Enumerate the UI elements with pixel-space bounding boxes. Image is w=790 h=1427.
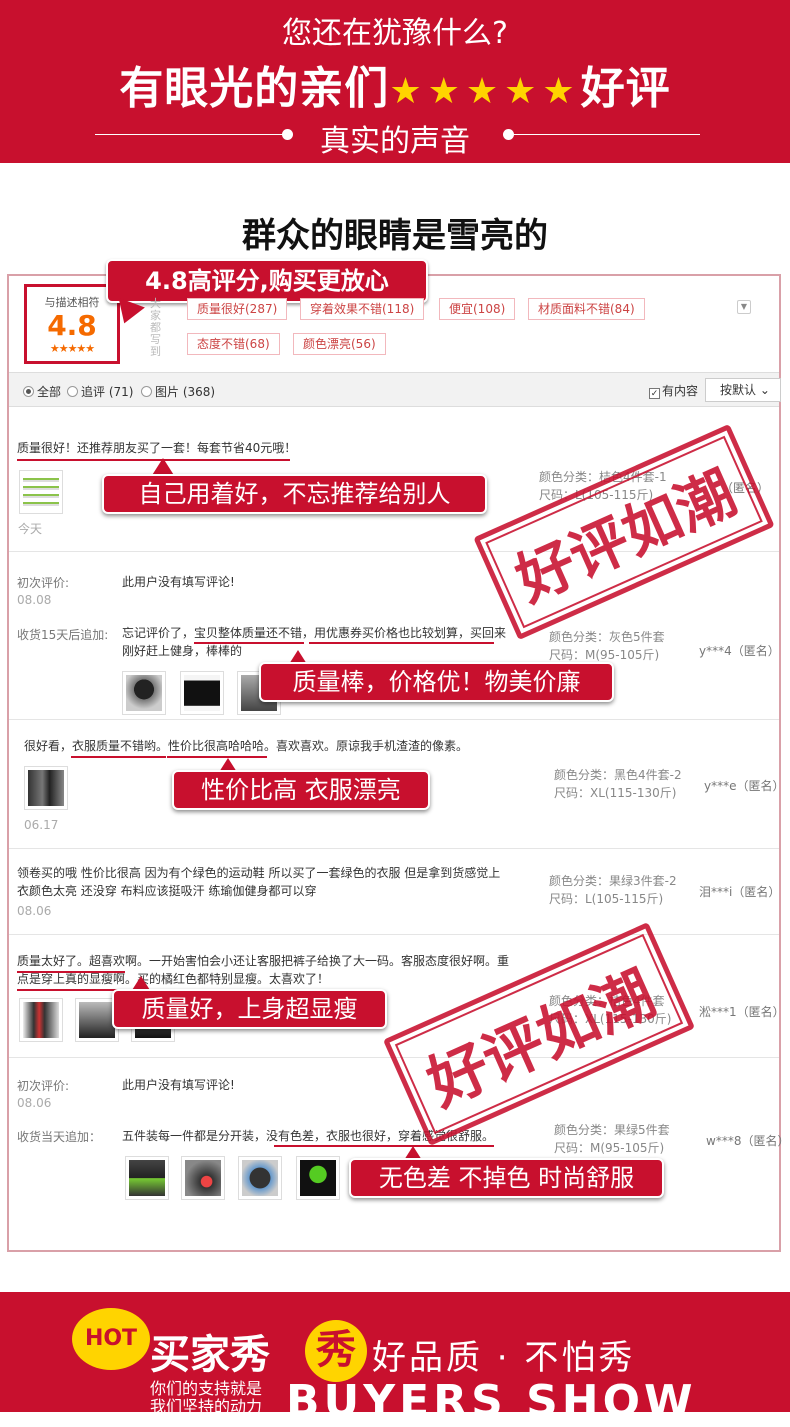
review-2-append-line1: 忘记评价了，宝贝整体质量还不错，用优惠券买价格也比较划算，买回来 [122, 626, 507, 640]
tag-attitude[interactable]: 态度不错(68) [187, 333, 280, 355]
review-3-photo[interactable] [24, 766, 68, 810]
review-2-underline-a [194, 642, 304, 644]
review-1-date: 今天 [18, 522, 43, 536]
review-6-photo-1[interactable] [125, 1156, 169, 1200]
tags-side-label: 大家都写到 [150, 297, 161, 358]
header-headline-right: 好评 [580, 63, 671, 114]
review-6-photo-4[interactable] [296, 1156, 340, 1200]
tag-cheap[interactable]: 便宜(108) [439, 298, 516, 320]
review-3-callout: 性价比高 衣服漂亮 [172, 770, 430, 810]
review-2-color: 颜色分类：灰色5件套 [549, 630, 665, 644]
review-panel: 与描述相符 4.8 ★★★★★ 4.8高评分,购买更放心 大家都写到 质量很好(… [7, 259, 789, 1252]
rating-label: 与描述相符 [44, 296, 100, 309]
rating-value: 4.8 [47, 309, 97, 342]
review-3-user: y***e（匿名） [704, 779, 785, 793]
praise-stamp-1: 好评如潮 [473, 423, 775, 641]
review-6-callout: 无色差 不掉色 时尚舒服 [349, 1158, 664, 1198]
review-6-append-label: 收货当天追加： [17, 1130, 102, 1144]
review-2-first-label: 初次评价: [17, 576, 70, 590]
filter-bar: 全部 追评 (71) 图片 (368) ✓ 有内容 按默认 ⌄ [9, 372, 781, 407]
review-4-line1: 领卷买的哦 性价比很高 因为有个绿色的运动鞋 所以买了一套绿色的衣服 但是拿到货… [17, 866, 501, 880]
review-6-user: w***8（匿名） [706, 1134, 790, 1148]
review-4-line2: 衣颜色太亮 还没穿 布料应该挺吸汗 练瑜伽健身都可以穿 [17, 884, 317, 898]
review-2-first-text: 此用户没有填写评论! [122, 575, 235, 589]
review-5-user: 淞***1（匿名） [699, 1005, 785, 1019]
sort-select[interactable]: 按默认 ⌄ [705, 378, 781, 402]
star-rating-icon: ★★★★★ [389, 71, 581, 112]
header-headline-left: 有眼光的亲们 [119, 63, 390, 114]
review-3-underline-a [71, 756, 166, 758]
review-5-callout: 质量好，上身超显瘦 [112, 989, 387, 1029]
radio-icon [141, 386, 152, 397]
header-headline: 有眼光的亲们★★★★★好评 [0, 52, 790, 116]
review-1-photo[interactable] [19, 470, 63, 514]
review-4-color: 颜色分类：果绿3件套-2 [549, 874, 677, 888]
section-title: 群众的眼睛是雪亮的 [242, 216, 548, 256]
review-3-date: 06.17 [24, 818, 59, 832]
review-6-size: 尺码：M(95-105斤) [554, 1141, 665, 1155]
has-content-checkbox[interactable]: ✓ 有内容 [649, 382, 698, 399]
radio-selected-icon [23, 386, 34, 397]
review-6-first-label: 初次评价: [17, 1079, 70, 1093]
radio-icon [67, 386, 78, 397]
review-2-first-date: 08.08 [17, 593, 52, 607]
review-1-callout: 自己用着好，不忘推荐给别人 [102, 474, 487, 514]
review-6-first-text: 此用户没有填写评论! [122, 1078, 235, 1092]
review-2-underline-b [309, 642, 494, 644]
divider-line-right [510, 134, 700, 135]
review-1-text: 质量很好！还推荐朋友买了一套！每套节省40元哦！ [17, 441, 297, 455]
rating-stars-icon: ★★★★★ [49, 342, 95, 355]
checkmark-icon: ✓ [649, 388, 660, 399]
chevron-down-icon[interactable]: ▼ [737, 300, 751, 314]
footer-banner: HOT 买家秀 秀 好品质 · 不怕秀 你们的支持就是 我们坚持的动力 BUYE… [0, 1292, 790, 1427]
review-6-photo-2[interactable] [181, 1156, 225, 1200]
review-2-append-label: 收货15天后追加: [17, 628, 109, 642]
review-separator [9, 719, 779, 720]
filter-pictures[interactable]: 图片 (368) [141, 383, 215, 400]
tag-quality[interactable]: 质量很好(287) [187, 298, 288, 320]
review-6-photo-3[interactable] [238, 1156, 282, 1200]
review-3-text: 很好看，衣服质量不错哟。性价比很高哈哈哈。喜欢喜欢。原谅我手机渣渣的像素。 [24, 739, 469, 753]
review-separator [9, 848, 779, 849]
tag-fit[interactable]: 穿着效果不错(118) [300, 298, 425, 320]
filter-all[interactable]: 全部 [23, 383, 61, 400]
review-6-color: 颜色分类：果绿5件套 [554, 1123, 670, 1137]
review-4-user: 泪***i（匿名） [699, 885, 781, 899]
header-banner: 您还在犹豫什么? 有眼光的亲们★★★★★好评 真实的声音 [0, 0, 790, 163]
footer-english-title: BUYERS SHOW [286, 1376, 697, 1427]
buyers-show-title: 买家秀 [150, 1332, 270, 1378]
review-separator [9, 934, 779, 935]
review-5-line1: 质量太好了。超喜欢啊。一开始害怕会小还让客服把裤子给换了大一码。客服态度很好啊。… [17, 954, 510, 968]
footer-slogan: 好品质 · 不怕秀 [372, 1338, 636, 1378]
filter-append[interactable]: 追评 (71) [67, 383, 133, 400]
review-4-date: 08.06 [17, 904, 52, 918]
review-6-first-date: 08.06 [17, 1096, 52, 1110]
show-badge: 秀 [305, 1320, 367, 1382]
tag-color[interactable]: 颜色漂亮(56) [293, 333, 386, 355]
review-5-underline-a [17, 971, 125, 973]
header-subtitle: 真实的声音 [320, 124, 470, 159]
review-4-size: 尺码：L(105-115斤) [549, 892, 664, 906]
review-2-user: y***4（匿名） [699, 644, 780, 658]
review-3-size: 尺码：XL(115-130斤) [554, 786, 677, 800]
review-5-photo-1[interactable] [19, 998, 63, 1042]
review-2-photo-1[interactable] [122, 671, 166, 715]
footer-small-text: 你们的支持就是 我们坚持的动力 [150, 1379, 263, 1416]
header-question: 您还在犹豫什么? [282, 16, 508, 51]
review-2-append-line2: 刚好赶上健身，棒棒的 [122, 644, 243, 658]
hot-badge: HOT [72, 1308, 150, 1370]
review-3-color: 颜色分类：黑色4件套-2 [554, 768, 682, 782]
review-6-underline [274, 1145, 494, 1147]
tag-material[interactable]: 材质面料不错(84) [528, 298, 645, 320]
review-2-callout: 质量棒，价格优！物美价廉 [259, 662, 614, 702]
review-2-photo-2[interactable] [180, 671, 224, 715]
